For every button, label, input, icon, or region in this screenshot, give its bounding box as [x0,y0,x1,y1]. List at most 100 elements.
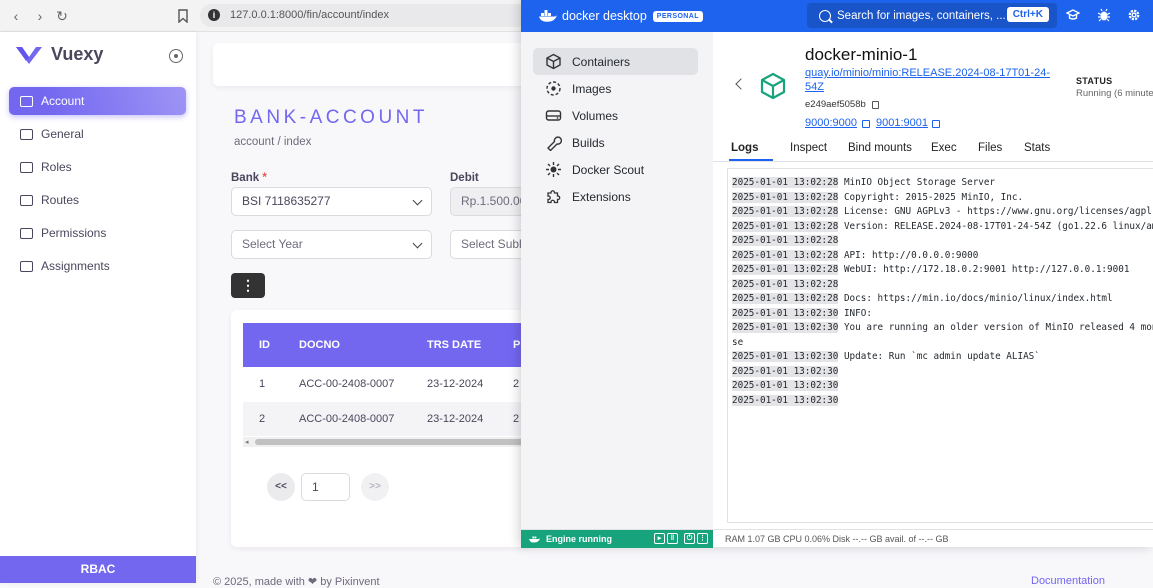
subledger-select[interactable]: Select Subl [450,230,530,259]
docker-titlebar: docker desktop PERSONAL Search for image… [521,0,1153,32]
bookmark-icon[interactable] [178,9,188,23]
column-header-docno[interactable]: DOCNO [299,339,340,351]
back-arrow-icon[interactable]: ‹ [8,8,24,24]
log-timestamp: 2025-01-01 13:02:28 [732,235,839,246]
page-title: BANK-ACCOUNT [234,107,429,128]
sidebar-item-label: General [41,127,84,141]
sidebar-item-general[interactable]: General [9,120,186,148]
docker-nav-label: Images [572,81,612,96]
more-vertical-icon[interactable]: ⋮ [697,533,708,544]
window-icon [20,194,33,206]
more-options-button[interactable]: ⋮ [231,273,265,298]
log-line: 2025-01-01 13:02:28 [732,235,839,246]
scrollbar-thumb[interactable] [255,439,531,445]
learning-center-icon[interactable] [1066,8,1080,22]
docker-nav-volumes[interactable]: Volumes [533,102,698,129]
back-chevron-icon[interactable] [735,78,747,90]
status-label: STATUS [1076,76,1113,86]
log-output[interactable]: 2025-01-01 13:02:28 MinIO Object Storage… [727,168,1153,523]
cell-docno: ACC-00-2408-0007 [299,378,395,390]
copy-icon[interactable] [872,101,879,109]
log-message: API: http://0.0.0.0:9000 [838,249,979,261]
troubleshoot-bug-icon[interactable] [1097,8,1111,22]
play-icon[interactable]: ▸ [654,533,665,544]
tab-stats[interactable]: Stats [1024,142,1050,154]
active-tab-indicator [729,159,773,161]
tab-exec[interactable]: Exec [931,142,957,154]
tab-files[interactable]: Files [978,142,1002,154]
reload-icon[interactable]: ↻ [54,8,70,24]
port-link-9000[interactable]: 9000:9000 [805,117,857,129]
app-sidebar: Vuexy Account General Roles Routes Permi… [0,32,196,583]
next-page-button[interactable]: >> [361,473,389,501]
settings-gear-icon[interactable] [1127,8,1141,22]
required-mark: * [262,172,267,184]
breadcrumb: account / index [234,136,312,148]
chevron-down-icon [412,195,423,206]
external-link-icon[interactable] [932,120,940,128]
log-message: Copyright: 2015-2025 MinIO, Inc. [838,191,1024,203]
external-link-icon[interactable] [862,120,870,128]
brand-logo[interactable]: Vuexy [16,44,103,65]
docker-nav-containers[interactable]: Containers [533,48,698,75]
log-timestamp: 2025-01-01 13:02:30 [732,380,839,391]
cell-docno: ACC-00-2408-0007 [299,413,395,425]
pause-icon[interactable]: ‖ [667,533,678,544]
docker-nav-scout[interactable]: Docker Scout [533,156,698,183]
url-text: 127.0.0.1:8000/fin/account/index [230,9,390,21]
rbac-footer-button[interactable]: RBAC [0,556,196,583]
search-icon [819,9,831,22]
column-header-trs-date[interactable]: TRS DATE [427,339,481,351]
power-icon[interactable]: ⏻ [684,533,695,544]
address-bar[interactable]: i 127.0.0.1:8000/fin/account/index [200,4,530,27]
docker-nav-extensions[interactable]: Extensions [533,183,698,210]
sidebar-item-routes[interactable]: Routes [9,186,186,214]
tab-inspect[interactable]: Inspect [790,142,827,154]
log-line: 2025-01-01 13:02:28 License: GNU AGPLv3 … [732,206,1153,217]
cell-trs-date: 23-12-2024 [427,378,484,390]
log-message: You are running an older version of MinI… [838,322,1153,333]
forward-arrow-icon[interactable]: › [32,8,48,24]
docker-search-bar[interactable]: Search for images, containers, ... Ctrl+… [807,3,1057,28]
column-header-id[interactable]: ID [259,339,270,351]
sidebar-toggle-icon[interactable] [169,49,183,63]
port-link-9001[interactable]: 9001:9001 [876,117,928,129]
vuexy-logo-icon [16,46,42,64]
bank-label-text: Bank [231,172,260,184]
docker-nav-images[interactable]: Images [533,75,698,102]
log-line: 2025-01-01 13:02:28 WebUI: http://172.18… [732,264,1129,275]
docker-nav-label: Containers [572,54,631,69]
search-shortcut-badge: Ctrl+K [1006,7,1049,22]
page-number-input[interactable]: 1 [301,473,350,501]
site-info-icon[interactable]: i [208,9,220,21]
year-select[interactable]: Select Year [231,230,432,259]
table-row[interactable]: 1 ACC-00-2408-0007 23-12-2024 2 [243,367,531,401]
bank-select-value: BSI 7118635277 [242,194,331,208]
container-name: docker-minio-1 [805,45,918,64]
log-timestamp: 2025-01-01 13:02:28 [732,264,839,275]
docker-nav-label: Volumes [572,108,619,123]
log-message: Docs: https://min.io/docs/minio/linux/in… [838,293,1113,304]
documentation-link[interactable]: Documentation [1031,575,1105,587]
scout-icon [546,162,561,177]
scroll-left-arrow-icon[interactable]: ◂ [245,438,249,446]
horizontal-scrollbar[interactable]: ◂ [243,437,531,447]
log-line: 2025-01-01 13:02:30 [732,394,839,406]
tab-logs[interactable]: Logs [731,142,758,154]
sidebar-item-account[interactable]: Account [9,87,186,115]
sidebar-item-permissions[interactable]: Permissions [9,219,186,247]
prev-page-button[interactable]: << [267,473,295,501]
status-value: Running (6 minute [1076,88,1153,99]
sidebar-item-roles[interactable]: Roles [9,153,186,181]
sidebar-item-assignments[interactable]: Assignments [9,252,186,280]
bank-select[interactable]: BSI 7118635277 [231,187,432,216]
log-timestamp: 2025-01-01 13:02:28 [732,191,839,203]
docker-nav-builds[interactable]: Builds [533,129,698,156]
debit-field: Rp.1.500.00 [450,187,530,216]
tab-bind-mounts[interactable]: Bind mounts [848,142,912,154]
table-row[interactable]: 2 ACC-00-2408-0007 23-12-2024 2 [243,402,531,436]
window-icon [20,260,33,272]
column-header-p[interactable]: P [513,339,520,351]
brand-name: Vuexy [51,44,104,64]
image-link[interactable]: quay.io/minio/minio:RELEASE.2024-08-17T0… [805,66,1060,94]
